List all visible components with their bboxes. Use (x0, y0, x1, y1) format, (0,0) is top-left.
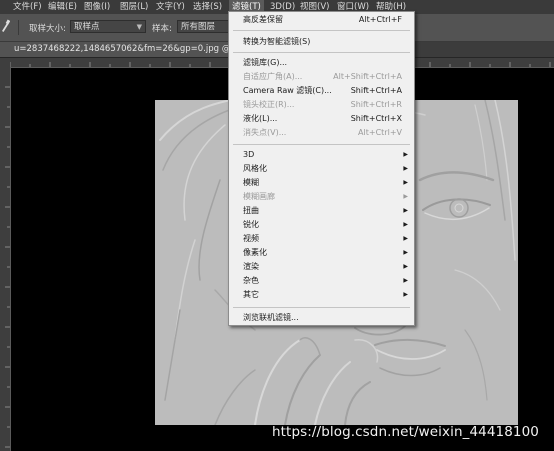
eyedropper-tool-icon[interactable] (0, 19, 11, 36)
menu-layer[interactable]: 图层(L) (120, 0, 148, 14)
sample-value: 所有图层 (181, 22, 216, 32)
submenu-arrow-icon: ▶ (403, 277, 408, 284)
menu-item-video[interactable]: 视频 ▶ (229, 232, 414, 246)
options-divider (18, 20, 19, 35)
submenu-arrow-icon: ▶ (403, 151, 408, 158)
submenu-arrow-icon: ▶ (403, 249, 408, 256)
menu-item-3d[interactable]: 3D ▶ (229, 148, 414, 162)
sample-size-label: 取样大小: (29, 24, 66, 34)
menu-select[interactable]: 选择(S) (193, 0, 222, 14)
sample-size-value: 取样点 (74, 22, 100, 32)
submenu-arrow-icon: ▶ (403, 263, 408, 270)
menu-separator (233, 307, 410, 308)
menu-item-liquify[interactable]: 液化(L)... Shift+Ctrl+X (229, 112, 414, 126)
menu-separator (233, 52, 410, 53)
menu-separator (233, 30, 410, 31)
submenu-arrow-icon: ▶ (403, 221, 408, 228)
sample-size-select[interactable]: 取样点 ▼ (70, 20, 146, 33)
document-tab[interactable]: u=2837468222,1484657062&fm=26&gp=0.jpg @… (0, 42, 246, 57)
menu-item-convert-smart-filter[interactable]: 转换为智能滤镜(S) (229, 35, 414, 49)
menu-type[interactable]: 文字(Y) (156, 0, 185, 14)
menu-item-high-pass[interactable]: 高反差保留 Alt+Ctrl+F (229, 13, 414, 27)
menu-item-adaptive-wide-angle: 自适应广角(A)... Alt+Shift+Ctrl+A (243, 72, 402, 81)
submenu-arrow-icon: ▶ (403, 193, 408, 200)
menu-item-distort[interactable]: 扭曲 ▶ (229, 204, 414, 218)
filter-menu: 高反差保留 Alt+Ctrl+F 转换为智能滤镜(S) 滤镜库(G)... 自适应… (228, 11, 415, 326)
menu-item-camera-raw[interactable]: Camera Raw 滤镜(C)... Shift+Ctrl+A (229, 84, 414, 98)
menu-item-lens-correction: 镜头校正(R)... Shift+Ctrl+R (243, 100, 402, 109)
menu-item-render[interactable]: 渲染 ▶ (229, 260, 414, 274)
watermark-text: https://blog.csdn.net/weixin_44418100 (272, 424, 539, 440)
submenu-arrow-icon: ▶ (403, 291, 408, 298)
menu-separator (233, 144, 410, 145)
menu-edit[interactable]: 编辑(E) (48, 0, 77, 14)
menu-item-noise[interactable]: 杂色 ▶ (229, 274, 414, 288)
menu-item-stylize[interactable]: 风格化 ▶ (229, 162, 414, 176)
menu-file[interactable]: 文件(F) (13, 0, 42, 14)
menu-item-blur-gallery: 模糊画廊 ▶ (229, 190, 414, 204)
menu-item-sharpen[interactable]: 锐化 ▶ (229, 218, 414, 232)
menu-item-browse-filters-online[interactable]: 浏览联机滤镜... (229, 311, 414, 325)
menu-item-vanishing-point: 消失点(V)... Alt+Ctrl+V (243, 128, 402, 137)
ruler-vertical (0, 67, 11, 451)
submenu-arrow-icon: ▶ (403, 235, 408, 242)
menu-item-blur[interactable]: 模糊 ▶ (229, 176, 414, 190)
menu-item-pixelate[interactable]: 像素化 ▶ (229, 246, 414, 260)
submenu-arrow-icon: ▶ (403, 207, 408, 214)
menu-item-other[interactable]: 其它 ▶ (229, 288, 414, 302)
sample-label: 样本: (152, 24, 172, 34)
chevron-down-icon: ▼ (136, 23, 142, 31)
menu-item-filter-gallery[interactable]: 滤镜库(G)... (229, 56, 414, 70)
submenu-arrow-icon: ▶ (403, 165, 408, 172)
submenu-arrow-icon: ▶ (403, 179, 408, 186)
ruler-corner (0, 58, 10, 67)
menu-image[interactable]: 图像(I) (84, 0, 110, 14)
